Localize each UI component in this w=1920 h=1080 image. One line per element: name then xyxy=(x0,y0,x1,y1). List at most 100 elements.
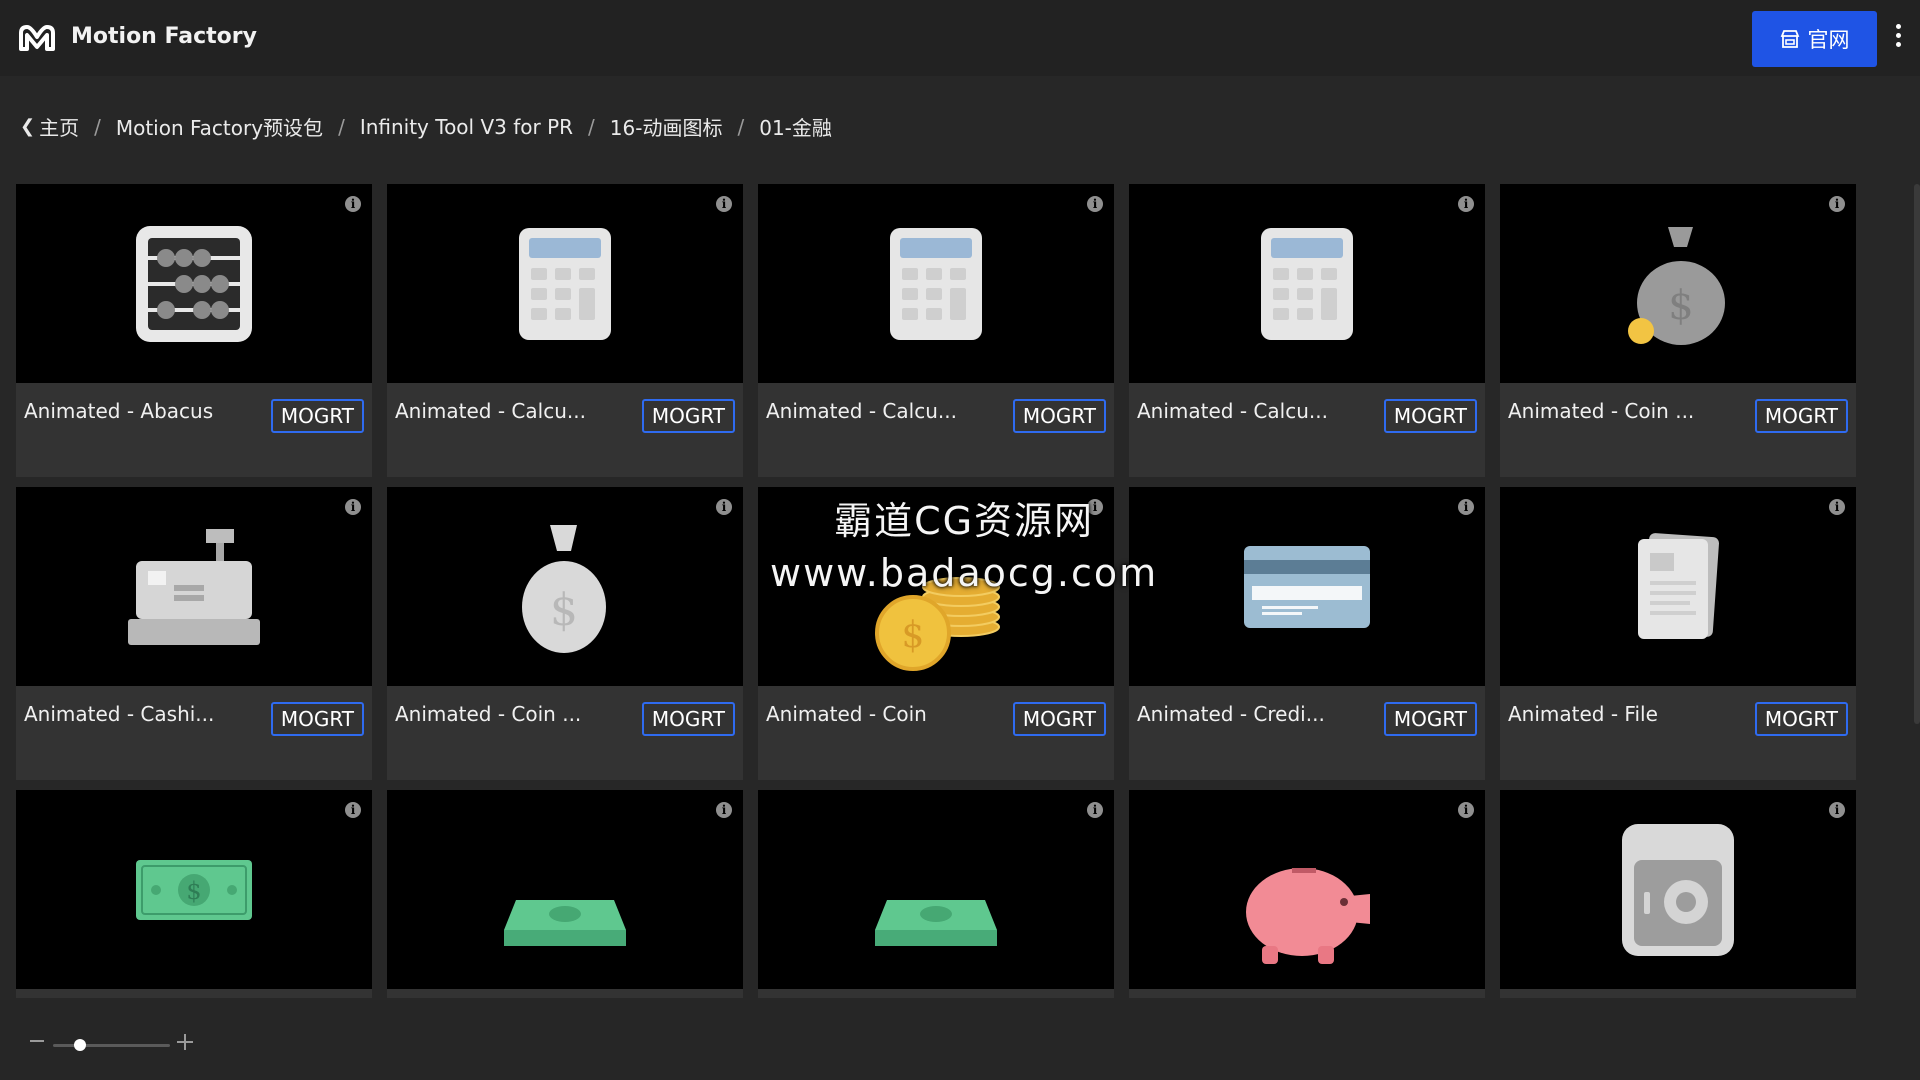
breadcrumb-separator: / xyxy=(737,114,745,139)
info-icon[interactable]: i xyxy=(1458,499,1474,515)
asset-thumbnail[interactable]: $ i xyxy=(16,790,372,989)
official-site-button[interactable]: 官网 xyxy=(1752,11,1877,67)
svg-text:$: $ xyxy=(186,877,201,905)
asset-card-calculator[interactable]: i Animated - Calcu... MOGRT xyxy=(387,184,743,477)
safe-icon xyxy=(1622,823,1734,956)
mogrt-badge: MOGRT xyxy=(1012,702,1106,736)
top-bar: Motion Factory 官网 xyxy=(0,0,1920,76)
breadcrumb-preset-pack[interactable]: Motion Factory预设包 xyxy=(116,112,323,141)
info-icon[interactable]: i xyxy=(1087,802,1103,818)
mogrt-badge: MOGRT xyxy=(1754,702,1848,736)
asset-card-piggy-bank[interactable]: i xyxy=(1129,790,1485,998)
asset-title: Animated - Cashi... xyxy=(24,702,215,726)
calculator-icon xyxy=(519,227,611,340)
mogrt-badge: MOGRT xyxy=(1012,399,1106,433)
asset-title: Animated - Calcu... xyxy=(766,399,957,423)
asset-thumbnail[interactable]: i xyxy=(16,184,372,383)
zoom-slider-handle[interactable] xyxy=(74,1039,86,1051)
info-icon[interactable]: i xyxy=(345,499,361,515)
money-bag-icon: $ xyxy=(522,524,606,653)
breadcrumb-infinity-tool[interactable]: Infinity Tool V3 for PR xyxy=(360,115,573,139)
asset-card-cash-register[interactable]: i Animated - Cashi... MOGRT xyxy=(16,487,372,780)
asset-thumbnail[interactable]: i xyxy=(1500,487,1856,686)
svg-text:$: $ xyxy=(1668,283,1693,329)
scrollbar[interactable] xyxy=(1914,184,1920,724)
breadcrumb-finance: 01-金融 xyxy=(759,116,832,140)
asset-thumbnail[interactable]: i xyxy=(758,184,1114,383)
asset-thumbnail[interactable]: i xyxy=(758,790,1114,989)
info-icon[interactable]: i xyxy=(1829,499,1845,515)
mogrt-badge: MOGRT xyxy=(641,399,735,433)
credit-card-icon xyxy=(1244,545,1370,628)
asset-title: Animated - Calcu... xyxy=(395,399,586,423)
asset-title: Animated - File xyxy=(1508,702,1658,726)
svg-text:$: $ xyxy=(550,585,578,636)
info-icon[interactable]: i xyxy=(716,196,732,212)
breadcrumb-separator: / xyxy=(338,114,345,139)
asset-thumbnail[interactable]: i xyxy=(1500,790,1856,989)
info-icon[interactable]: i xyxy=(345,802,361,818)
chevron-left-icon[interactable]: ❮ xyxy=(20,116,35,137)
mogrt-badge: MOGRT xyxy=(641,702,735,736)
cash-stack-icon xyxy=(875,899,997,946)
asset-card-file[interactable]: i Animated - File MOGRT xyxy=(1500,487,1856,780)
app-title: Motion Factory xyxy=(71,24,257,49)
asset-card-coin-bag[interactable]: $ i Animated - Coin ... MOGRT xyxy=(1500,184,1856,477)
info-icon[interactable]: i xyxy=(1829,196,1845,212)
asset-card-cash-stack[interactable]: i xyxy=(758,790,1114,998)
mogrt-badge: MOGRT xyxy=(1383,399,1477,433)
money-bag-coin-icon: $ xyxy=(1628,226,1725,345)
asset-thumbnail[interactable]: i xyxy=(387,790,743,989)
info-icon[interactable]: i xyxy=(716,802,732,818)
abacus-icon xyxy=(136,225,252,342)
info-icon[interactable]: i xyxy=(1087,196,1103,212)
asset-card-coin-bag[interactable]: $ i Animated - Coin ... MOGRT xyxy=(387,487,743,780)
asset-card-cash-stack[interactable]: i xyxy=(387,790,743,998)
svg-text:$: $ xyxy=(902,615,925,656)
zoom-slider[interactable] xyxy=(53,1044,170,1047)
asset-thumbnail[interactable]: $ i xyxy=(387,487,743,686)
info-icon[interactable]: i xyxy=(716,499,732,515)
calculator-icon xyxy=(1261,227,1353,340)
breadcrumb-animated-icons[interactable]: 16-动画图标 xyxy=(610,112,723,141)
file-icon xyxy=(1638,532,1719,639)
official-site-label: 官网 xyxy=(1807,28,1850,52)
banknote-icon: $ xyxy=(136,859,252,920)
asset-title: Animated - Coin xyxy=(766,702,927,726)
footer xyxy=(0,1000,1920,1080)
info-icon[interactable]: i xyxy=(345,196,361,212)
asset-thumbnail[interactable]: i xyxy=(387,184,743,383)
breadcrumb-home[interactable]: 主页 xyxy=(39,112,79,141)
mogrt-badge: MOGRT xyxy=(270,702,364,736)
asset-card-banknote[interactable]: $ i xyxy=(16,790,372,998)
asset-card-calculator[interactable]: i Animated - Calcu... MOGRT xyxy=(1129,184,1485,477)
asset-thumbnail[interactable]: i xyxy=(1129,790,1485,989)
asset-card-credit-card[interactable]: i Animated - Credi... MOGRT xyxy=(1129,487,1485,780)
asset-thumbnail[interactable]: $ i xyxy=(1500,184,1856,383)
asset-card-calculator[interactable]: i Animated - Calcu... MOGRT xyxy=(758,184,1114,477)
store-icon xyxy=(1780,30,1799,48)
info-icon[interactable]: i xyxy=(1458,196,1474,212)
info-icon[interactable]: i xyxy=(1458,802,1474,818)
asset-thumbnail[interactable]: i xyxy=(1129,184,1485,383)
watermark-line: 霸道CG资源网 xyxy=(834,499,1095,543)
asset-thumbnail[interactable]: i xyxy=(1129,487,1485,686)
motion-factory-logo-icon[interactable] xyxy=(17,23,57,53)
asset-card-safe[interactable]: i xyxy=(1500,790,1856,998)
asset-title: Animated - Credi... xyxy=(1137,702,1325,726)
more-menu-icon[interactable] xyxy=(1893,24,1903,54)
asset-thumbnail[interactable]: i xyxy=(16,487,372,686)
asset-title: Animated - Abacus xyxy=(24,399,214,423)
breadcrumb-separator: / xyxy=(94,114,101,139)
mogrt-badge: MOGRT xyxy=(1383,702,1477,736)
zoom-out-icon[interactable] xyxy=(30,1040,44,1042)
asset-card-abacus[interactable]: i Animated - Abacus MOGRT xyxy=(16,184,372,477)
mogrt-badge: MOGRT xyxy=(270,399,364,433)
calculator-icon xyxy=(890,227,982,340)
info-icon[interactable]: i xyxy=(1829,802,1845,818)
zoom-in-icon[interactable] xyxy=(177,1034,193,1050)
asset-title: Animated - Coin ... xyxy=(395,702,582,726)
asset-title: Animated - Calcu... xyxy=(1137,399,1328,423)
cash-stack-icon xyxy=(504,899,626,946)
cash-register-icon xyxy=(128,528,260,645)
